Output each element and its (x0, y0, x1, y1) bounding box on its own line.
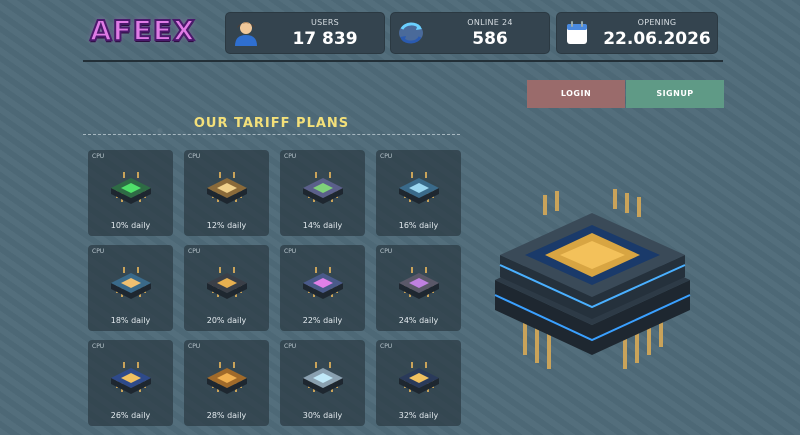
tariff-plan-card[interactable]: CPU 22% daily (280, 245, 365, 331)
daily-rate: 16% daily (398, 221, 439, 230)
stat-label: ONLINE 24 (467, 17, 513, 27)
stat-online: ONLINE 24 586 (390, 12, 550, 54)
stat-opening: OPENING 22.06.2026 (556, 12, 718, 54)
site-logo[interactable]: AFEEX (89, 13, 196, 48)
cpu-tag: CPU (188, 248, 201, 255)
cpu-chip-icon (206, 362, 247, 394)
tariff-plan-card[interactable]: CPU 12% daily (184, 150, 269, 236)
stat-users: USERS 17 839 (225, 12, 385, 54)
cpu-tag: CPU (188, 343, 201, 350)
cpu-tag: CPU (380, 153, 393, 160)
cpu-tag: CPU (284, 248, 297, 255)
daily-rate: 24% daily (398, 316, 439, 325)
cpu-tag: CPU (92, 153, 105, 160)
tariff-plans-grid: CPU 10% daily CPU 12% daily CPU 14% dail… (88, 150, 461, 426)
daily-rate: 30% daily (302, 411, 343, 420)
tariff-plan-card[interactable]: CPU 24% daily (376, 245, 461, 331)
tariff-plan-card[interactable]: CPU 28% daily (184, 340, 269, 426)
section-divider (83, 134, 460, 135)
tariff-plan-card[interactable]: CPU 30% daily (280, 340, 365, 426)
stat-value: 586 (472, 28, 508, 49)
tariff-plan-card[interactable]: CPU 26% daily (88, 340, 173, 426)
daily-rate: 18% daily (110, 316, 151, 325)
tariff-plan-card[interactable]: CPU 20% daily (184, 245, 269, 331)
cpu-tag: CPU (284, 153, 297, 160)
cpu-chip-icon (110, 362, 151, 394)
cpu-chip-icon (302, 362, 343, 394)
tariff-plan-card[interactable]: CPU 18% daily (88, 245, 173, 331)
stat-label: USERS (310, 17, 340, 27)
cpu-chip-icon (206, 172, 247, 204)
cpu-tag: CPU (380, 248, 393, 255)
tariff-plan-card[interactable]: CPU 16% daily (376, 150, 461, 236)
signup-button[interactable]: SIGNUP (626, 80, 724, 108)
section-title: OUR TARIFF PLANS (193, 116, 350, 131)
cpu-chip-icon (302, 172, 343, 204)
daily-rate: 28% daily (206, 411, 247, 420)
daily-rate: 14% daily (302, 221, 343, 230)
cpu-illustration (485, 185, 700, 385)
cpu-chip-icon (398, 362, 439, 394)
daily-rate: 12% daily (206, 221, 247, 230)
sync-arrows-icon (391, 19, 431, 47)
cpu-chip-icon (110, 172, 151, 204)
daily-rate: 20% daily (206, 316, 247, 325)
cpu-tag: CPU (380, 343, 393, 350)
daily-rate: 26% daily (110, 411, 151, 420)
user-icon (226, 19, 266, 47)
cpu-tag: CPU (284, 343, 297, 350)
cpu-chip-icon (398, 267, 439, 299)
calendar-icon (557, 19, 597, 47)
cpu-chip-icon (398, 172, 439, 204)
cpu-chip-icon (302, 267, 343, 299)
tariff-plan-card[interactable]: CPU 32% daily (376, 340, 461, 426)
cpu-chip-icon (110, 267, 151, 299)
cpu-tag: CPU (92, 248, 105, 255)
cpu-tag: CPU (188, 153, 201, 160)
header-divider (83, 60, 723, 62)
daily-rate: 10% daily (110, 221, 151, 230)
cpu-chip-icon (206, 267, 247, 299)
daily-rate: 32% daily (398, 411, 439, 420)
daily-rate: 22% daily (302, 316, 343, 325)
login-button[interactable]: LOGIN (527, 80, 625, 108)
stat-label: OPENING (637, 17, 677, 27)
stat-value: 22.06.2026 (603, 28, 711, 49)
stat-value: 17 839 (292, 28, 358, 49)
cpu-tag: CPU (92, 343, 105, 350)
tariff-plan-card[interactable]: CPU 10% daily (88, 150, 173, 236)
tariff-plan-card[interactable]: CPU 14% daily (280, 150, 365, 236)
